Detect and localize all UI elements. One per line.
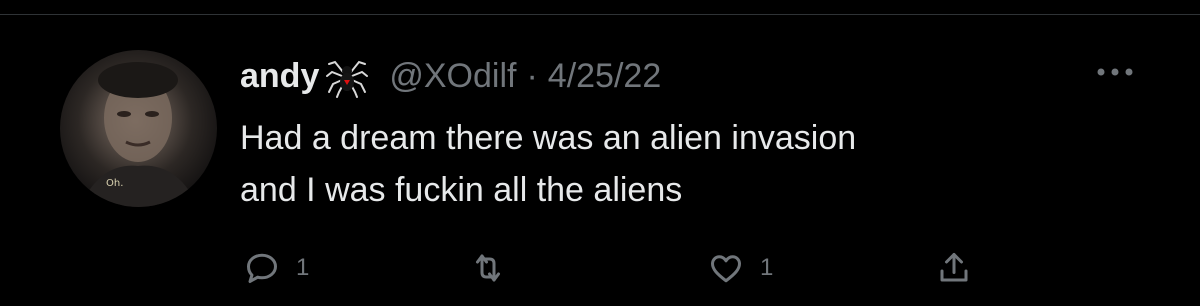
display-name[interactable]: andy xyxy=(240,57,319,96)
handle[interactable]: @XOdilf xyxy=(389,57,516,96)
more-icon[interactable] xyxy=(1094,62,1136,82)
top-divider xyxy=(0,14,1200,15)
share-icon xyxy=(936,250,972,286)
heart-icon xyxy=(708,250,744,286)
avatar-image: Oh. xyxy=(80,62,198,207)
retweet-icon xyxy=(470,250,506,286)
tweet-text-line-2: and I was fuckin all the aliens xyxy=(240,171,683,209)
reply-icon xyxy=(244,250,280,286)
tweet-text-line-1: Had a dream there was an alien invasion xyxy=(240,119,857,157)
timestamp[interactable]: 4/25/22 xyxy=(548,57,661,96)
separator-dot: · xyxy=(526,56,538,95)
spider-icon xyxy=(325,54,369,98)
avatar[interactable]: Oh. xyxy=(60,50,217,207)
reply-button[interactable]: 1 xyxy=(244,248,309,288)
tweet-header: andy @XOdilf · 4/25/22 xyxy=(240,50,661,102)
avatar-caption: Oh. xyxy=(106,178,123,189)
share-button[interactable] xyxy=(936,248,972,288)
like-button[interactable]: 1 xyxy=(708,248,773,288)
retweet-button[interactable] xyxy=(470,248,522,288)
reply-count: 1 xyxy=(296,254,310,281)
tweet-text: Had a dream there was an alien invasion … xyxy=(240,112,1140,216)
like-count: 1 xyxy=(760,254,774,281)
